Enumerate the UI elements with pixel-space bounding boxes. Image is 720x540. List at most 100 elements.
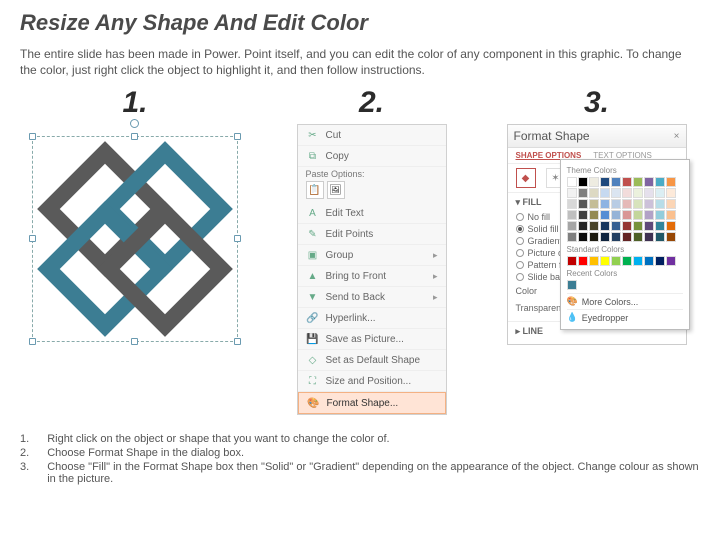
color-swatch[interactable] (589, 177, 599, 187)
color-swatch[interactable] (567, 177, 577, 187)
color-swatch[interactable] (600, 199, 610, 209)
color-swatch[interactable] (600, 210, 610, 220)
color-swatch[interactable] (611, 188, 621, 198)
color-swatch[interactable] (666, 221, 676, 231)
ctx-save-picture[interactable]: 💾Save as Picture... (298, 329, 446, 350)
color-swatch[interactable] (578, 256, 588, 266)
color-swatch[interactable] (644, 232, 654, 242)
ctx-bring-front[interactable]: ▲Bring to Front▸ (298, 266, 446, 287)
color-swatch[interactable] (633, 188, 643, 198)
paste-option-button[interactable]: 🖼 (327, 181, 345, 199)
color-swatch[interactable] (666, 199, 676, 209)
color-swatch[interactable] (666, 177, 676, 187)
color-swatch[interactable] (633, 221, 643, 231)
color-swatch[interactable] (578, 199, 588, 209)
ctx-edit-text[interactable]: AEdit Text (298, 203, 446, 224)
color-swatch[interactable] (600, 232, 610, 242)
color-swatch[interactable] (589, 221, 599, 231)
color-swatch[interactable] (567, 188, 577, 198)
color-swatch[interactable] (644, 256, 654, 266)
color-swatch[interactable] (633, 199, 643, 209)
chevron-right-icon: ▸ (433, 292, 438, 303)
color-swatch[interactable] (655, 232, 665, 242)
ctx-send-back[interactable]: ▼Send to Back▸ (298, 287, 446, 308)
color-swatch[interactable] (589, 256, 599, 266)
color-swatch[interactable] (578, 177, 588, 187)
color-swatch[interactable] (622, 221, 632, 231)
color-swatch[interactable] (567, 256, 577, 266)
color-swatch[interactable] (600, 256, 610, 266)
color-swatch[interactable] (655, 188, 665, 198)
color-swatch[interactable] (622, 188, 632, 198)
color-swatch[interactable] (611, 232, 621, 242)
color-swatch[interactable] (589, 188, 599, 198)
eyedropper-button[interactable]: 💧Eyedropper (567, 309, 683, 325)
color-swatch[interactable] (567, 221, 577, 231)
color-swatch[interactable] (611, 221, 621, 231)
color-swatch[interactable] (633, 177, 643, 187)
color-swatch[interactable] (666, 232, 676, 242)
ctx-hyperlink[interactable]: 🔗Hyperlink... (298, 308, 446, 329)
ctx-group[interactable]: ▣Group▸ (298, 245, 446, 266)
color-swatch[interactable] (622, 232, 632, 242)
color-swatch[interactable] (567, 210, 577, 220)
color-swatch[interactable] (666, 210, 676, 220)
color-swatch[interactable] (578, 188, 588, 198)
color-swatch[interactable] (633, 232, 643, 242)
color-swatch[interactable] (567, 280, 577, 290)
color-swatch[interactable] (622, 199, 632, 209)
palette-icon: 🎨 (567, 296, 578, 307)
color-swatch[interactable] (622, 177, 632, 187)
color-swatch[interactable] (622, 256, 632, 266)
color-swatch[interactable] (622, 210, 632, 220)
color-swatch[interactable] (578, 210, 588, 220)
color-swatch[interactable] (600, 221, 610, 231)
ctx-copy[interactable]: ⧉Copy (298, 146, 446, 167)
close-icon[interactable]: × (674, 131, 680, 142)
color-swatch[interactable] (644, 221, 654, 231)
color-swatch[interactable] (644, 210, 654, 220)
color-swatch[interactable] (611, 256, 621, 266)
color-swatch[interactable] (644, 177, 654, 187)
step-3: 3. Format Shape × SHAPE OPTIONS TEXT OPT… (493, 86, 700, 415)
color-swatch[interactable] (633, 210, 643, 220)
color-swatch[interactable] (589, 199, 599, 209)
ctx-size-position[interactable]: ⛶Size and Position... (298, 371, 446, 392)
rotate-handle-icon[interactable] (130, 119, 139, 128)
instructions-list: 1. 2. 3. Right click on the object or sh… (20, 433, 700, 485)
color-swatch[interactable] (600, 177, 610, 187)
color-swatch[interactable] (578, 221, 588, 231)
color-swatch[interactable] (611, 177, 621, 187)
ctx-cut[interactable]: ✂Cut (298, 125, 446, 146)
chevron-right-icon: ▸ (433, 271, 438, 282)
paste-option-button[interactable]: 📋 (306, 181, 324, 199)
color-swatch[interactable] (655, 210, 665, 220)
color-swatch[interactable] (655, 256, 665, 266)
intro-text: The entire slide has been made in Power.… (20, 46, 700, 78)
ctx-label: Send to Back (326, 292, 385, 303)
color-swatch[interactable] (644, 188, 654, 198)
color-swatch[interactable] (633, 256, 643, 266)
theme-colors-grid (567, 177, 683, 242)
color-swatch[interactable] (589, 210, 599, 220)
more-colors-button[interactable]: 🎨More Colors... (567, 293, 683, 309)
color-swatch[interactable] (655, 199, 665, 209)
color-swatch[interactable] (655, 177, 665, 187)
interlocking-diamonds-icon[interactable] (32, 136, 238, 342)
ctx-set-default[interactable]: ◇Set as Default Shape (298, 350, 446, 371)
color-swatch[interactable] (611, 199, 621, 209)
color-swatch[interactable] (600, 188, 610, 198)
color-swatch[interactable] (666, 256, 676, 266)
ctx-format-shape[interactable]: 🎨Format Shape... (298, 392, 446, 414)
color-swatch[interactable] (589, 232, 599, 242)
color-swatch[interactable] (655, 221, 665, 231)
color-swatch[interactable] (567, 199, 577, 209)
color-swatch[interactable] (567, 232, 577, 242)
color-swatch[interactable] (644, 199, 654, 209)
color-swatch[interactable] (611, 210, 621, 220)
color-swatch[interactable] (578, 232, 588, 242)
fill-line-tab-icon[interactable]: ◆ (516, 168, 536, 188)
color-swatch[interactable] (666, 188, 676, 198)
ctx-label: Bring to Front (326, 271, 387, 282)
ctx-edit-points[interactable]: ✎Edit Points (298, 224, 446, 245)
